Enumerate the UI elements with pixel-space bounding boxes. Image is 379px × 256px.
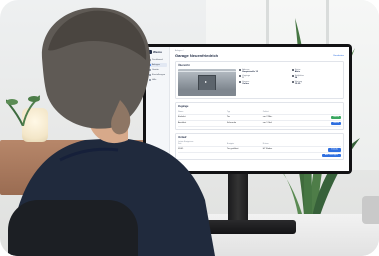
monitor-stand [228, 170, 248, 226]
edit-link[interactable]: Bearbeiten [333, 55, 344, 57]
parking-icon [291, 75, 294, 78]
door-icon [239, 75, 242, 78]
info-item: Kamera Online [239, 81, 289, 85]
wrench-icon [291, 81, 294, 84]
status-icon [291, 69, 294, 72]
details-button[interactable]: Details [328, 148, 341, 152]
info-item: Status Aktiv [291, 69, 342, 73]
office-photo: Wemu Dashboard Anlagen Geräte Einstellun… [0, 0, 379, 256]
camera-icon [239, 81, 242, 84]
cup [362, 196, 379, 224]
info-grid: Adresse Hauptstraße 12 Status Aktiv Zugä… [239, 69, 341, 96]
show-all-button[interactable]: Alle anzeigen [321, 153, 341, 157]
info-item: Wartung 12.05. [291, 81, 342, 85]
open-button[interactable]: Öffnen [331, 116, 341, 119]
open-button[interactable]: Öffnen [331, 121, 341, 125]
location-icon [239, 69, 242, 72]
office-chair [8, 200, 138, 256]
info-item: Zugänge 3 [239, 75, 289, 79]
info-item: Adresse Hauptstraße 12 [239, 69, 289, 73]
info-item: Stellplätze 24 [291, 75, 342, 79]
